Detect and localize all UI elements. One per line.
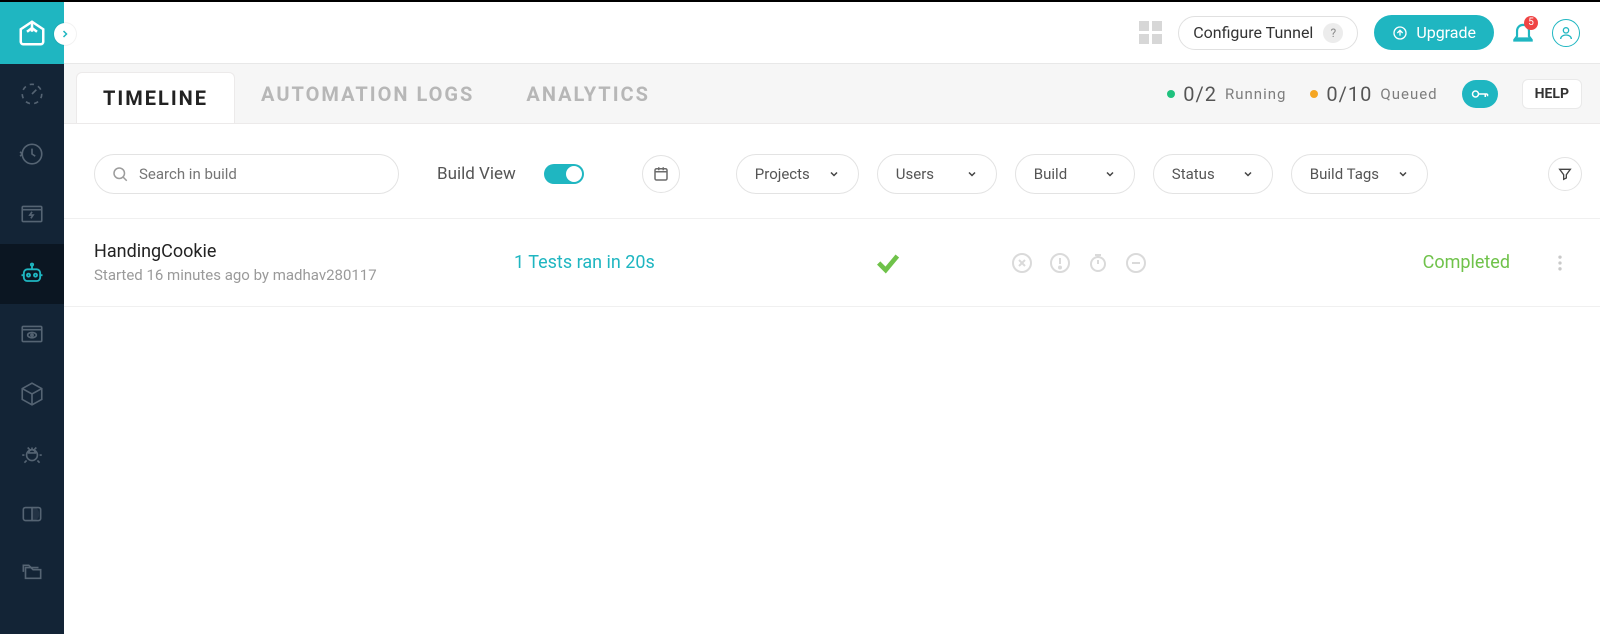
nav-realtime[interactable] (0, 184, 64, 244)
configure-tunnel-button[interactable]: Configure Tunnel ? (1178, 16, 1358, 50)
eye-window-icon (19, 321, 45, 347)
search-input-container[interactable] (94, 154, 399, 194)
nav-automation[interactable] (0, 244, 64, 304)
brand-logo[interactable] (0, 2, 64, 64)
apps-grid-icon[interactable] (1139, 21, 1162, 44)
search-input[interactable] (139, 165, 382, 183)
contrast-icon (19, 501, 45, 527)
failed-icon (1010, 251, 1034, 275)
status-counters: 0/2 Running 0/10 Queued HELP (1167, 64, 1600, 123)
filters-bar: Build View Projects Users Build Status B… (64, 124, 1600, 219)
row-menu-button[interactable] (1550, 251, 1570, 275)
build-row[interactable]: HandingCookie Started 16 minutes ago by … (64, 219, 1600, 307)
configure-tunnel-label: Configure Tunnel (1193, 23, 1313, 42)
chevron-down-icon (828, 168, 840, 180)
passed-icon (874, 249, 902, 277)
nav-package[interactable] (0, 364, 64, 424)
users-dropdown[interactable]: Users (877, 154, 997, 194)
build-summary: 1 Tests ran in 20s (514, 252, 814, 273)
main: Configure Tunnel ? Upgrade 5 TIMELINE AU… (64, 2, 1600, 634)
logo-icon (17, 18, 47, 48)
user-avatar[interactable] (1552, 19, 1580, 47)
kebab-icon (1550, 251, 1570, 275)
gauge-icon (19, 81, 45, 107)
folders-icon (19, 561, 45, 587)
chevron-down-icon (1104, 168, 1116, 180)
tabs: TIMELINE AUTOMATION LOGS ANALYTICS 0/2 R… (64, 64, 1600, 124)
build-view-label: Build View (437, 164, 516, 184)
skipped-icon (1124, 251, 1148, 275)
projects-dropdown[interactable]: Projects (736, 154, 859, 194)
robot-icon (18, 260, 46, 288)
queued-value: 0/10 (1326, 82, 1372, 106)
build-info: HandingCookie Started 16 minutes ago by … (94, 241, 514, 284)
nav-contrast[interactable] (0, 484, 64, 544)
history-icon (19, 141, 45, 167)
nav-bug[interactable] (0, 424, 64, 484)
chevron-right-icon (59, 28, 71, 40)
chevron-down-icon (966, 168, 978, 180)
status-dropdown[interactable]: Status (1153, 154, 1273, 194)
running-dot (1167, 90, 1175, 98)
build-dropdown[interactable]: Build (1015, 154, 1135, 194)
filter-button[interactable] (1548, 157, 1582, 191)
nav-visual[interactable] (0, 304, 64, 364)
filter-icon (1557, 166, 1573, 182)
expand-sidebar-button[interactable] (54, 23, 76, 45)
topbar: Configure Tunnel ? Upgrade 5 (64, 2, 1600, 64)
build-view-toggle[interactable] (544, 164, 584, 184)
cube-icon (19, 381, 45, 407)
queued-dot (1310, 90, 1318, 98)
upgrade-button[interactable]: Upgrade (1374, 15, 1494, 50)
build-result-icons (874, 249, 1148, 277)
nav-folders[interactable] (0, 544, 64, 604)
running-counter: 0/2 Running (1167, 82, 1286, 106)
chevron-down-icon (1242, 168, 1254, 180)
chevron-down-icon (1397, 168, 1409, 180)
access-key-button[interactable] (1462, 80, 1498, 108)
bolt-window-icon (19, 201, 45, 227)
bug-icon (19, 441, 45, 467)
tab-timeline[interactable]: TIMELINE (76, 72, 235, 123)
build-status: Completed (1423, 252, 1510, 273)
tab-automation-logs[interactable]: AUTOMATION LOGS (235, 64, 500, 123)
calendar-icon (652, 165, 670, 183)
help-button[interactable]: HELP (1522, 79, 1582, 109)
queued-counter: 0/10 Queued (1310, 82, 1437, 106)
help-hint-icon: ? (1323, 23, 1343, 43)
sidebar-nav (0, 64, 64, 604)
nav-dashboard[interactable] (0, 64, 64, 124)
running-value: 0/2 (1183, 82, 1217, 106)
user-icon (1558, 25, 1574, 41)
sidebar (0, 2, 64, 634)
build-meta: Started 16 minutes ago by madhav280117 (94, 266, 514, 284)
date-filter-button[interactable] (642, 155, 680, 193)
queued-label: Queued (1380, 85, 1437, 103)
tab-analytics[interactable]: ANALYTICS (500, 64, 676, 123)
upgrade-icon (1392, 25, 1408, 41)
key-icon (1471, 87, 1489, 101)
nav-history[interactable] (0, 124, 64, 184)
running-label: Running (1225, 85, 1286, 103)
build-title: HandingCookie (94, 241, 514, 262)
error-icon (1048, 251, 1072, 275)
upgrade-label: Upgrade (1416, 23, 1476, 42)
build-tags-dropdown[interactable]: Build Tags (1291, 154, 1428, 194)
search-icon (111, 165, 129, 183)
notification-badge: 5 (1524, 16, 1538, 30)
notifications-button[interactable]: 5 (1510, 20, 1536, 46)
timeout-icon (1086, 251, 1110, 275)
